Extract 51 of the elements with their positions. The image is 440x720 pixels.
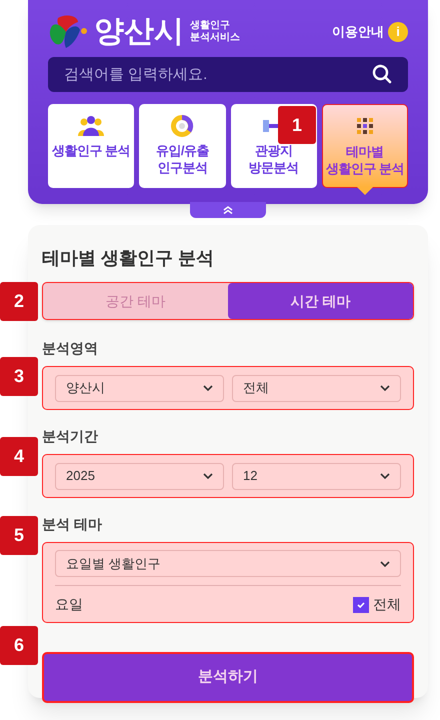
theme-tab[interactable]: 시간 테마: [228, 283, 413, 319]
form-title: 테마별 생활인구 분석: [42, 247, 216, 269]
tile-label: 인구분석: [157, 159, 208, 176]
chevron-down-icon: [380, 560, 390, 566]
checkbox[interactable]: [353, 596, 369, 612]
day-label: 요일: [55, 595, 84, 614]
number-marker: 5: [0, 516, 38, 555]
tile-label: 테마별: [346, 143, 384, 160]
chevron-down-icon: [203, 385, 213, 391]
number-marker: 1: [278, 106, 316, 144]
chevron-down-icon: [380, 385, 390, 391]
field-label: 분석기간: [42, 427, 99, 446]
select-field[interactable]: 12: [232, 462, 401, 490]
tile-label: 생활인구 분석: [52, 142, 130, 159]
field-label: 분석 테마: [42, 515, 103, 534]
select-field[interactable]: 2025: [55, 462, 224, 490]
menu-tile[interactable]: 생활인구 분석: [48, 104, 134, 188]
guide-link[interactable]: 이용안내: [332, 22, 384, 42]
search-field[interactable]: 검색어를 입력하세요.: [48, 57, 408, 92]
check-icon: [356, 600, 366, 610]
select-field[interactable]: 요일별 생활인구: [55, 550, 401, 577]
number-marker: 4: [0, 437, 38, 476]
people-icon: [77, 114, 106, 138]
city-logo-text: 양산시: [94, 17, 184, 47]
number-marker: 6: [0, 626, 38, 665]
search-icon: [372, 64, 392, 84]
menu-tile[interactable]: 유입/유출 인구분석: [139, 104, 226, 188]
select-value: 전체: [243, 379, 270, 398]
chevron-up-icon: [223, 206, 233, 214]
chevron-down-icon: [203, 473, 213, 479]
select-value: 양산시: [66, 379, 106, 398]
number-marker: 3: [0, 357, 38, 396]
city-logo-icon: [48, 14, 90, 50]
logo-subtitle: 분석서비스: [190, 32, 240, 44]
collapse-tab[interactable]: [190, 202, 266, 218]
logo-subtitle: 생활인구: [190, 20, 231, 32]
tile-label: 방문분석: [248, 159, 299, 176]
tile-label: 관광지: [254, 142, 292, 159]
analyze-button[interactable]: 분석하기: [42, 652, 414, 703]
select-field[interactable]: 전체: [232, 374, 401, 402]
select-field[interactable]: 양산시: [55, 374, 224, 402]
number-marker: 2: [0, 282, 38, 321]
selection-pointer: [356, 187, 373, 195]
chevron-down-icon: [380, 473, 390, 479]
tile-label: 생활인구 분석: [326, 160, 404, 177]
tile-label: 유입/유출: [156, 142, 209, 159]
field-label: 분석영역: [42, 339, 99, 358]
checkbox-label: 전체: [373, 595, 401, 614]
select-value: 요일별 생활인구: [66, 554, 162, 573]
select-value: 2025: [66, 467, 96, 486]
select-value: 12: [243, 467, 258, 486]
